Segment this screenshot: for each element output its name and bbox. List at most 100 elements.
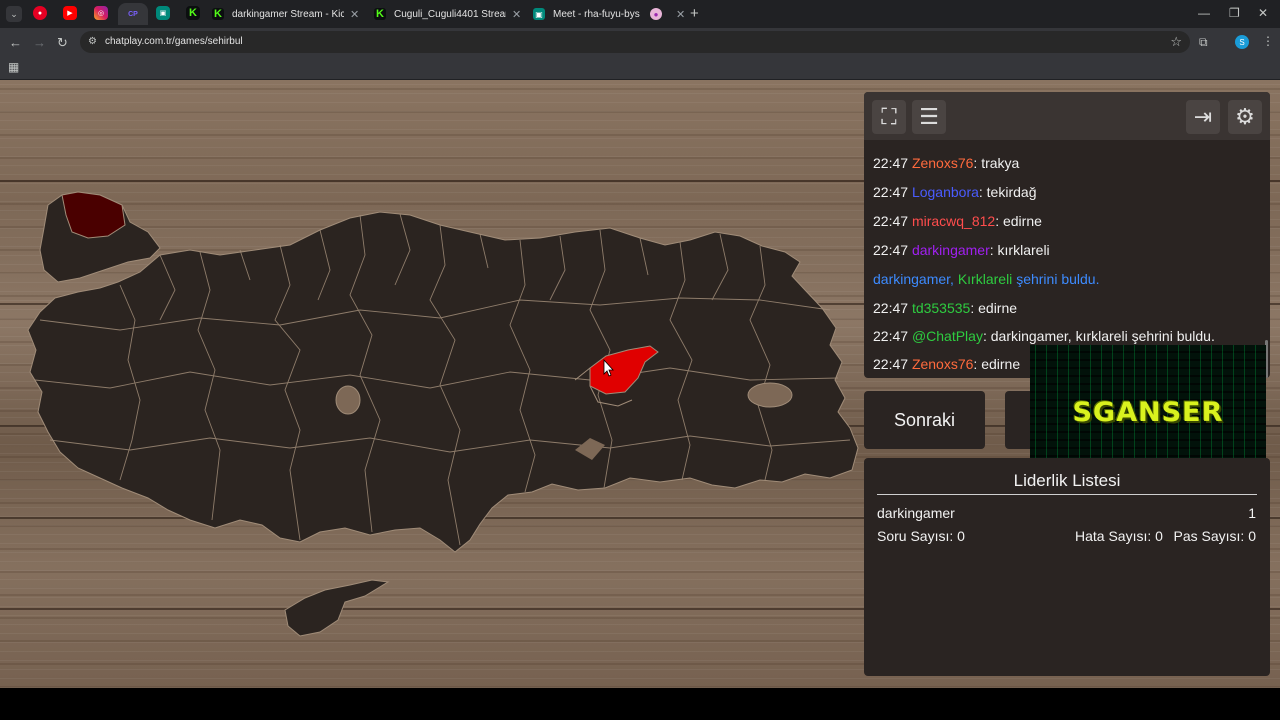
chat-message: 22:47 Zenoxs76: edirne bbox=[873, 356, 1020, 372]
chat-user: td353535 bbox=[911, 300, 971, 316]
chat-text: : kırklareli bbox=[989, 242, 1050, 258]
extensions-icon[interactable]: ⧉ bbox=[1199, 35, 1208, 50]
site-info-icon[interactable]: ⚙ bbox=[88, 36, 100, 48]
tab-meet[interactable]: ▣ Meet - rha-fuyu-bys ✕ bbox=[533, 3, 662, 25]
exit-icon: ⇥ bbox=[1193, 104, 1213, 129]
province-kirklareli[interactable] bbox=[61, 191, 126, 239]
window-close-icon[interactable]: ✕ bbox=[1258, 6, 1268, 20]
lake-tuz bbox=[335, 385, 361, 415]
tab-search-icon[interactable]: ⌄ bbox=[6, 6, 22, 22]
gear-icon: ⚙ bbox=[1235, 104, 1255, 129]
pinned-tab-meet-icon[interactable]: ▣ bbox=[156, 6, 170, 20]
error-count: Hata Sayısı: 0 bbox=[1075, 528, 1163, 544]
omnibox[interactable]: ⚙ chatplay.com.tr/games/sehirbul ☆ bbox=[80, 31, 1190, 53]
pinned-tab-1-icon[interactable]: ● bbox=[33, 6, 47, 20]
pinned-tab-instagram-icon[interactable]: ◎ bbox=[94, 6, 108, 20]
tab-label: Cuguli_Cuguli4401 Stream - Wa bbox=[394, 8, 506, 20]
chat-time: 22:47 bbox=[873, 184, 909, 200]
pinned-tab-youtube-icon[interactable]: ▶ bbox=[63, 6, 77, 20]
chat-time: 22:47 bbox=[873, 155, 909, 171]
address-bar-row: ← → ↻ ⚙ chatplay.com.tr/games/sehirbul ☆… bbox=[0, 28, 1280, 56]
apps-grid-icon[interactable]: ▦ bbox=[8, 60, 19, 74]
chat-user: Zenoxs76 bbox=[911, 155, 974, 171]
chat-message: 22:47 Loganbora: tekirdağ bbox=[873, 184, 1036, 200]
chat-message: 22:47 darkingamer: kırklareli bbox=[873, 242, 1050, 258]
settings-button[interactable]: ⚙ bbox=[1228, 100, 1262, 134]
pinned-tab-kick-icon[interactable]: K bbox=[186, 6, 200, 20]
chat-text: : darkingamer, kırklareli şehrini buldu. bbox=[982, 328, 1215, 344]
tab-label: darkingamer Stream - Kick Das bbox=[232, 8, 344, 20]
chat-user: darkingamer, bbox=[873, 271, 954, 287]
island-cyprus[interactable] bbox=[284, 579, 390, 637]
chat-text: : trakya bbox=[973, 155, 1020, 171]
leaderboard-divider bbox=[877, 494, 1257, 495]
chat-text: : edirne bbox=[970, 300, 1018, 316]
restore-icon[interactable]: ❐ bbox=[1229, 6, 1240, 20]
pinned-tab-chatplay-icon[interactable]: CP bbox=[118, 3, 148, 25]
browser-menu-icon[interactable]: ⋮ bbox=[1262, 34, 1274, 48]
kick-icon: K bbox=[374, 8, 386, 20]
chat-log[interactable]: 22:47 Zenoxs76: trakya 22:47 Loganbora: … bbox=[864, 140, 1270, 378]
chatplay-favicon: CP bbox=[128, 10, 138, 18]
chat-text: : tekirdağ bbox=[978, 184, 1037, 200]
chat-message: 22:47 miracwq_812: edirne bbox=[873, 213, 1042, 229]
pass-count: Pas Sayısı: 0 bbox=[1173, 528, 1256, 544]
close-icon[interactable]: ✕ bbox=[676, 8, 685, 21]
chat-time: 22:47 bbox=[873, 328, 909, 344]
close-icon[interactable]: ✕ bbox=[512, 8, 521, 21]
tab-kick-stream-2[interactable]: K Cuguli_Cuguli4401 Stream - Wa ✕ bbox=[374, 3, 521, 25]
record-icon: ● bbox=[650, 8, 662, 20]
bookmarks-bar: ▦ bbox=[0, 56, 1280, 80]
reload-icon[interactable]: ↻ bbox=[57, 35, 68, 51]
minimize-icon[interactable]: — bbox=[1198, 6, 1210, 20]
turkey-map[interactable] bbox=[0, 80, 864, 688]
close-icon[interactable]: ✕ bbox=[350, 8, 359, 21]
chat-user: Loganbora bbox=[911, 184, 979, 200]
list-button[interactable]: ☰ bbox=[912, 100, 946, 134]
lake-van bbox=[747, 382, 793, 408]
chat-city: Kırklareli bbox=[957, 271, 1013, 287]
chat-user: Zenoxs76 bbox=[911, 356, 974, 372]
chat-message: 22:47 td353535: edirne bbox=[873, 300, 1017, 316]
leaderboard-panel: Liderlik Listesi darkingamer 1 Soru Sayı… bbox=[864, 458, 1270, 676]
fullscreen-icon: ⛶ bbox=[881, 104, 897, 129]
stream-overlay-logo: SGANSER bbox=[1030, 345, 1266, 471]
chat-system-message: darkingamer, Kırklareli şehrini buldu. bbox=[873, 271, 1099, 287]
chat-text: şehrini buldu. bbox=[1016, 271, 1100, 287]
chat-message: 22:47 Zenoxs76: trakya bbox=[873, 155, 1019, 171]
taskbar-area bbox=[0, 688, 1280, 720]
chat-user: miracwq_812 bbox=[911, 213, 996, 229]
chat-text: : edirne bbox=[995, 213, 1042, 229]
chat-time: 22:47 bbox=[873, 356, 909, 372]
chat-user: @ChatPlay bbox=[911, 328, 983, 344]
chat-user: darkingamer bbox=[911, 242, 990, 258]
next-button[interactable]: Sonraki bbox=[864, 391, 985, 449]
tab-label: Meet - rha-fuyu-bys bbox=[553, 8, 640, 20]
tab-record[interactable]: ● ✕ bbox=[650, 3, 685, 25]
exit-button[interactable]: ⇥ bbox=[1186, 100, 1220, 134]
bookmark-star-icon[interactable]: ☆ bbox=[1170, 34, 1182, 50]
chat-time: 22:47 bbox=[873, 300, 909, 316]
kick-icon: K bbox=[212, 8, 224, 20]
chat-text: : edirne bbox=[973, 356, 1021, 372]
chat-time: 22:47 bbox=[873, 213, 909, 229]
profile-avatar[interactable]: S bbox=[1235, 35, 1249, 49]
list-icon: ☰ bbox=[919, 104, 939, 129]
tab-kick-stream-1[interactable]: K darkingamer Stream - Kick Das ✕ bbox=[212, 3, 359, 25]
new-tab-icon[interactable]: + bbox=[690, 5, 699, 22]
chat-panel: ⛶ ☰ ⇥ ⚙ 22:47 Zenoxs76: trakya 22:47 Log… bbox=[864, 92, 1270, 378]
leaderboard-entry-score: 1 bbox=[1248, 505, 1256, 521]
leaderboard-entry-name: darkingamer bbox=[877, 505, 955, 521]
forward-icon[interactable]: → bbox=[33, 35, 46, 50]
back-icon[interactable]: ← bbox=[9, 35, 22, 50]
panel-toolbar: ⛶ ☰ ⇥ ⚙ bbox=[864, 92, 1270, 140]
url-text[interactable]: chatplay.com.tr/games/sehirbul bbox=[105, 36, 243, 47]
province-anatolia[interactable] bbox=[27, 211, 859, 553]
leaderboard-title: Liderlik Listesi bbox=[1013, 471, 1121, 490]
chat-message: 22:47 @ChatPlay: darkingamer, kırklareli… bbox=[873, 328, 1215, 344]
fullscreen-button[interactable]: ⛶ bbox=[872, 100, 906, 134]
question-count: Soru Sayısı: 0 bbox=[877, 528, 965, 544]
overlay-logo-text: SGANSER bbox=[1072, 397, 1224, 428]
meet-icon: ▣ bbox=[533, 8, 545, 20]
chat-time: 22:47 bbox=[873, 242, 909, 258]
